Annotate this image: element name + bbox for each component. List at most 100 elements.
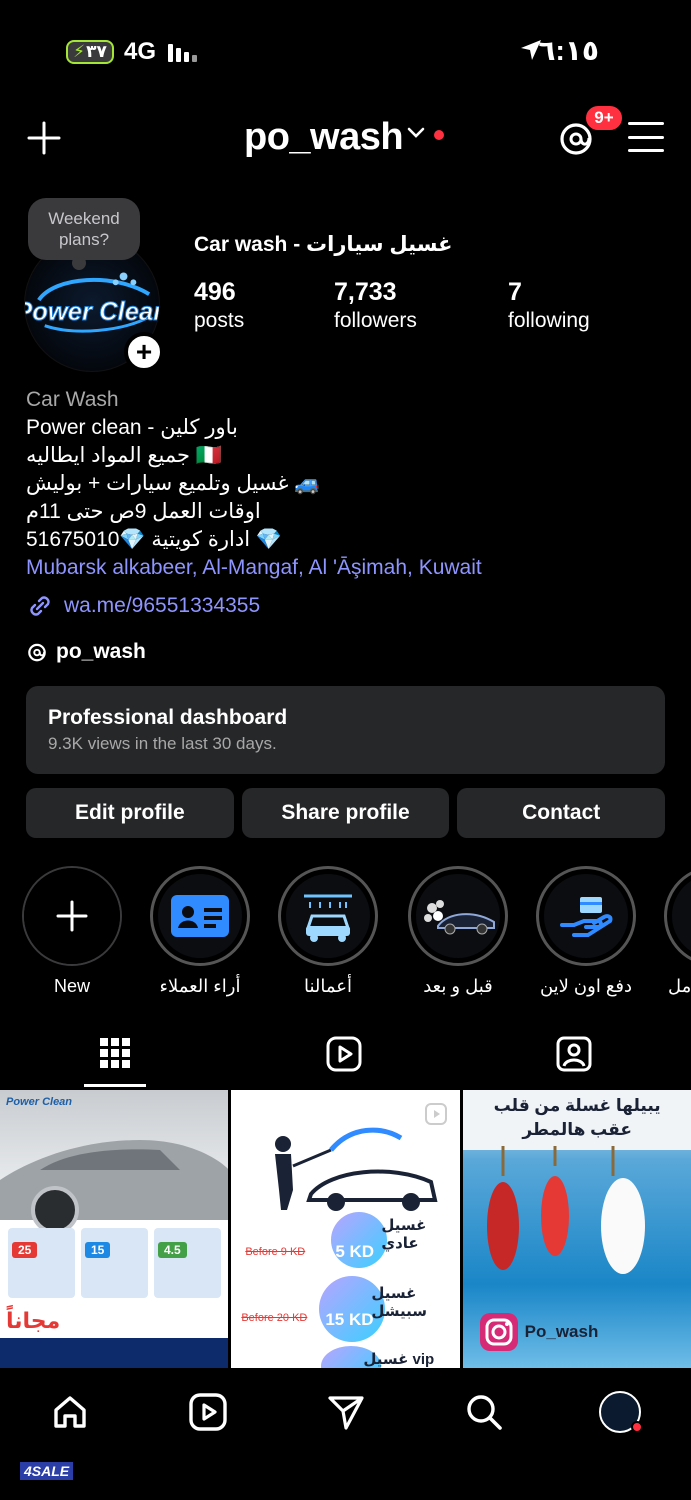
stat-value: 496: [194, 278, 236, 306]
battery-indicator: ⚡ ٣٧: [66, 40, 114, 64]
network-type: 4G: [124, 38, 157, 65]
price-label: غسيل عادي: [381, 1217, 427, 1252]
post-headline: يبيلها غسلة من قلب عقب هالمطر: [462, 1090, 691, 1150]
stat-value: 7: [508, 278, 522, 306]
stat-value: 7,733: [334, 278, 397, 306]
active-tab-indicator: [84, 1084, 146, 1087]
share-profile-button[interactable]: Share profile: [241, 788, 450, 838]
account-alert-dot: [434, 130, 444, 140]
highlight-label: أعمالنا: [303, 976, 353, 996]
price-list: غسيل عادي Before 9 KD 5 KD غسيل سبيشل Be…: [231, 1208, 459, 1368]
highlight-pay-online[interactable]: دفع اون لاين: [534, 866, 638, 997]
highlight-before-after[interactable]: قبل و بعد: [406, 866, 510, 997]
profile-nav-avatar[interactable]: [598, 1390, 643, 1434]
price-label: غسيل vip: [363, 1351, 435, 1368]
category-label: Car Wash: [26, 388, 119, 411]
highlight-our-work[interactable]: أعمالنا: [276, 866, 380, 997]
search-icon[interactable]: [462, 1390, 506, 1434]
car-wash-illustration: [275, 1127, 438, 1211]
highlight-label: مل: [668, 976, 691, 996]
highlight-partial[interactable]: مل: [662, 866, 691, 997]
chevron-down-icon[interactable]: [406, 126, 426, 140]
instagram-icon: [479, 1313, 518, 1351]
threads-icon: [28, 643, 46, 662]
highlight-reviews[interactable]: أراء العملاء: [148, 866, 252, 997]
signal-icon: [168, 40, 197, 62]
highlight-label: أراء العملاء: [159, 976, 241, 996]
stat-followers[interactable]: 7,733 followers: [334, 278, 417, 333]
highlight-label: قبل و بعد: [423, 976, 493, 996]
grid-post[interactable]: Power Clean 25 15 4.5 مجاناً: [0, 1090, 229, 1368]
stat-following[interactable]: 7 following: [508, 278, 590, 333]
tagged-tab-icon[interactable]: [556, 1036, 592, 1072]
bio-line: 51675010💎 ادارة كويتية 💎: [26, 528, 283, 551]
website-link[interactable]: wa.me/96551334355: [26, 592, 260, 620]
price-cards: 25 15 4.5: [8, 1228, 221, 1298]
stat-posts[interactable]: 496 posts: [194, 278, 244, 333]
note-text: Weekend plans?: [48, 209, 120, 249]
note-bubble[interactable]: Weekend plans?: [28, 198, 140, 270]
username-title[interactable]: po_wash: [244, 116, 404, 159]
contact-button[interactable]: Contact: [457, 788, 666, 838]
link-icon: [30, 596, 50, 616]
price-label: غسيل سبيشل: [371, 1285, 427, 1320]
post-brand: Power Clean: [6, 1096, 73, 1108]
content-tabs: [0, 1030, 691, 1088]
reels-tab-icon[interactable]: [326, 1036, 362, 1072]
professional-dashboard[interactable]: Professional dashboard 9.3K views in the…: [26, 686, 665, 774]
battery-level: ٣٧: [86, 42, 107, 61]
dashboard-title: Professional dashboard: [48, 706, 288, 729]
grid-post[interactable]: يبيلها غسلة من قلب عقب هالمطر Po_wash: [462, 1090, 691, 1368]
plus-icon: [56, 900, 88, 932]
dashboard-subtitle: 9.3K views in the last 30 days.: [48, 734, 277, 753]
posts-grid: Power Clean 25 15 4.5 مجاناً غسيل عادي B…: [0, 1090, 691, 1368]
bio-line: جميع المواد ايطاليه 🇮🇹: [26, 444, 222, 467]
threads-badge-link[interactable]: po_wash: [26, 640, 146, 664]
location-link[interactable]: Mubarsk alkabeer, Al-Mangaf, Al 'Āşimah,…: [26, 554, 666, 582]
reels-icon[interactable]: [186, 1390, 230, 1434]
bio-line: اوقات العمل 9ص حتى 11م: [26, 500, 261, 523]
profile-actions: Edit profile Share profile Contact: [26, 788, 666, 838]
notification-badge: 9+: [584, 104, 624, 132]
profile-full-name: Car wash - غسيل سيارات: [194, 233, 453, 256]
edit-profile-button[interactable]: Edit profile: [26, 788, 234, 838]
post-handle-text: Po_wash: [524, 1322, 599, 1341]
svg-text:Power Clean: Power Clean: [25, 298, 159, 326]
status-bar: ⚡ ٣٧ 4G ٦:١٥: [0, 0, 691, 100]
payment-hand-icon: [560, 897, 613, 937]
highlight-label: New: [53, 976, 90, 996]
messages-icon[interactable]: [324, 1390, 368, 1434]
headline-line: يبيلها غسلة من قلب: [493, 1096, 661, 1115]
car-icon: [424, 900, 495, 935]
stat-label: following: [508, 309, 590, 332]
add-story-button[interactable]: +: [124, 332, 164, 372]
menu-hamburger-icon[interactable]: [628, 122, 664, 152]
cars-in-water-image: [486, 1146, 645, 1274]
grid-post[interactable]: غسيل عادي Before 9 KD 5 KD غسيل سبيشل Be…: [231, 1090, 460, 1368]
price-before: Before 9 KD: [245, 1246, 306, 1258]
bio-line: غسيل وتلميع سيارات + بوليش 🚙: [26, 472, 321, 495]
price-value: 5 KD: [335, 1242, 375, 1261]
headline-line: عقب هالمطر: [522, 1120, 632, 1139]
stat-label: followers: [334, 309, 417, 332]
threads-handle: po_wash: [56, 640, 146, 663]
profile-bio: Car Wash Power clean - باور كلين جميع ال…: [26, 386, 666, 582]
link-text: wa.me/96551334355: [64, 594, 261, 617]
car-image: [0, 1140, 229, 1230]
profile-header: po_wash 9+: [0, 104, 691, 170]
highlight-label: دفع اون لاين: [539, 976, 633, 996]
id-card-icon: [171, 895, 229, 937]
highlight-new[interactable]: New: [20, 866, 124, 997]
stat-label: posts: [194, 309, 245, 332]
price-before: Before 20 KD: [241, 1312, 308, 1324]
bio-line: Power clean - باور كلين: [26, 416, 238, 439]
watermark-logo: 4SALE: [20, 1462, 74, 1480]
charging-icon: ⚡: [73, 42, 86, 61]
create-plus-icon[interactable]: [26, 120, 62, 156]
bottom-nav: [0, 1368, 691, 1500]
clock: ٦:١٥: [538, 35, 599, 66]
price-value: 15 KD: [325, 1310, 374, 1329]
car-wash-icon: [304, 894, 352, 942]
home-icon[interactable]: [48, 1390, 92, 1434]
grid-tab-icon[interactable]: [98, 1036, 132, 1070]
